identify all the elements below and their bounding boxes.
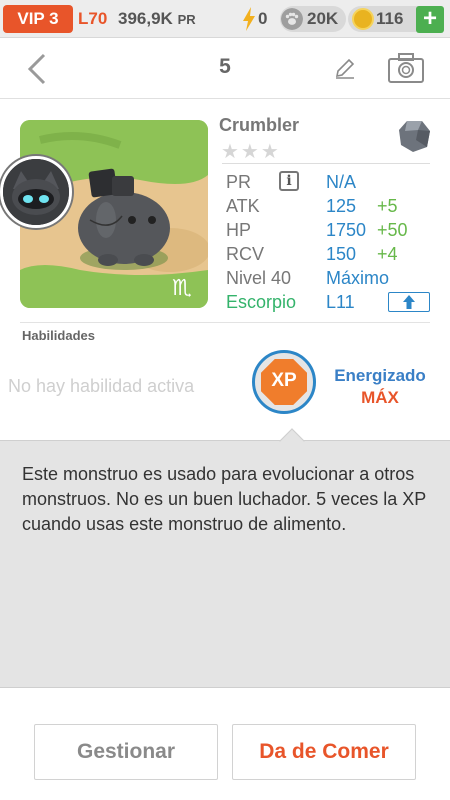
stat-value-pr: N/A [326, 172, 357, 192]
stats-divider [222, 163, 430, 164]
back-chevron-icon[interactable] [24, 51, 54, 87]
lightning-icon [243, 7, 255, 31]
skills-heading: Habilidades [22, 328, 95, 343]
stat-label-hp: HP [226, 220, 252, 240]
no-active-skill-text: No hay habilidad activa [8, 376, 195, 396]
zodiac-upgrade-button[interactable] [388, 292, 430, 312]
stat-label-pr: PR [226, 172, 252, 192]
stat-value-rcv: 150 [326, 244, 357, 264]
stat-label-rcv: RCV [226, 244, 265, 264]
player-power: 396,9K PR [118, 5, 196, 33]
vip-badge[interactable]: VIP 3 [3, 5, 73, 33]
manage-button[interactable]: Gestionar [34, 724, 218, 780]
section-divider [20, 322, 430, 323]
gem-count: 116 [376, 9, 404, 28]
rarity-stars: ★★★ [221, 139, 281, 163]
nav-bar: 5 [0, 39, 450, 99]
stat-bonus-rcv: +4 [377, 244, 398, 264]
player-level: L70 [78, 9, 108, 28]
owner-avatar-image [3, 159, 69, 225]
rock-element-icon [399, 121, 430, 152]
xp-skill-badge[interactable]: XP [252, 350, 316, 414]
stat-value-atk: 125 [326, 196, 357, 216]
description-text: Este monstruo es usado para evolucionar … [22, 464, 426, 534]
energy-count: 0 [258, 9, 268, 28]
stat-label-atk: ATK [226, 196, 260, 216]
up-arrow-icon [403, 295, 415, 309]
coin-icon [352, 8, 374, 30]
feed-button[interactable]: Da de Comer [232, 724, 416, 780]
xp-badge-label: XP [271, 370, 297, 391]
energized-label: Energizado [334, 366, 426, 385]
stat-value-level: Máximo [326, 268, 390, 288]
status-bar: VIP 3 L70 396,9K PR 0 20K 116 + [0, 0, 450, 38]
pencil-icon[interactable] [333, 56, 357, 80]
player-power-value: 396,9K [118, 9, 173, 28]
stat-value-hp: 1750 [326, 220, 367, 240]
paw-count: 20K [307, 9, 339, 28]
stat-label-level: Nivel 40 [226, 268, 292, 288]
camera-icon[interactable] [387, 52, 425, 84]
stat-value-zodiac: L11 [326, 292, 355, 312]
stat-bonus-hp: +50 [377, 220, 408, 240]
owner-avatar[interactable] [0, 156, 72, 228]
page-title: 5 [219, 55, 231, 78]
stat-bonus-atk: +5 [377, 196, 398, 216]
player-power-unit: PR [177, 12, 196, 27]
add-currency-button[interactable]: + [416, 6, 444, 33]
zodiac-scorpio-icon: ♏ [172, 276, 192, 301]
energized-max-label: MÁX [361, 388, 399, 407]
paw-icon [281, 8, 303, 30]
info-icon[interactable]: i [279, 171, 299, 191]
stat-label-zodiac: Escorpio [226, 292, 297, 312]
monster-name: Crumbler [219, 115, 300, 135]
